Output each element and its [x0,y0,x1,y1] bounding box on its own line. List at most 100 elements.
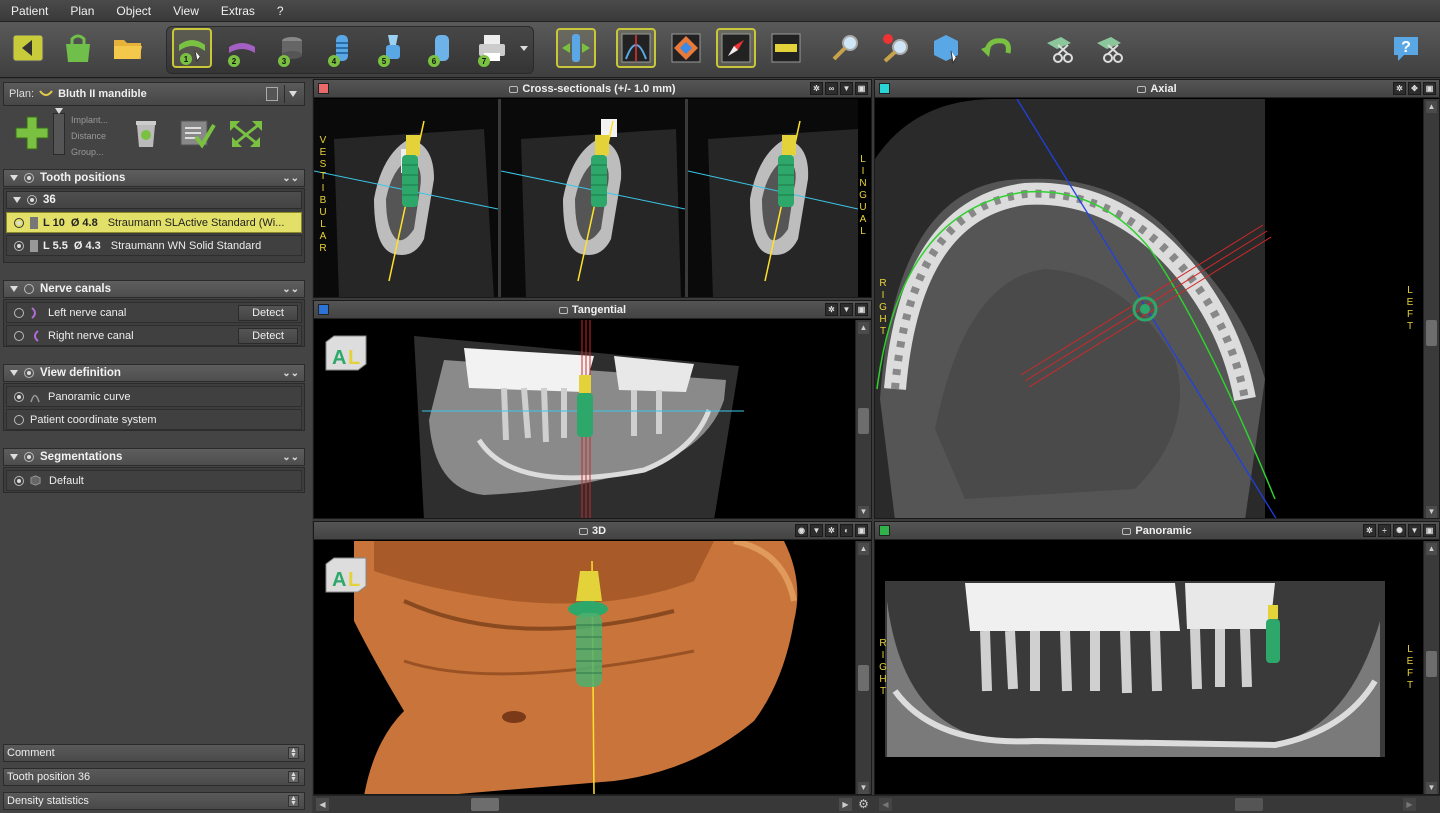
step-1-button[interactable]: 1 [172,28,212,68]
link-icon[interactable]: ∞ [825,82,838,95]
menu-plan[interactable]: Plan [59,4,105,18]
collapse-icon[interactable]: ⌄⌄ [282,284,299,295]
delete-button[interactable] [128,115,164,151]
orientation-cube[interactable]: AL [324,334,368,372]
scroll-right-icon[interactable]: ▶ [839,798,852,811]
tooth-group-36[interactable]: 36 [6,191,302,209]
orientation-cube[interactable]: AL [324,556,368,594]
expand-icon[interactable]: ▲ ▼ [288,795,299,807]
slab-icon[interactable]: ÷ [1378,524,1391,537]
camera-icon[interactable] [509,86,519,93]
settings-icon[interactable]: ✺ [1393,524,1406,537]
panoramic-scrollbar[interactable]: ▲ ▼ [1423,541,1439,794]
scroll-left-icon[interactable]: ◀ [316,798,329,811]
scroll-down-icon[interactable]: ▼ [1426,782,1437,794]
menu-view[interactable]: View [162,4,210,18]
add-object-button[interactable] [12,113,52,153]
scroll-down-icon[interactable]: ▼ [1426,506,1437,518]
step-3-button[interactable]: 3 [272,28,312,68]
view-definition-header[interactable]: View definition ⌄⌄ [3,364,305,382]
transform-button[interactable] [226,115,266,151]
zoom-button[interactable] [826,28,866,68]
tools-icon[interactable]: ✲ [1393,82,1406,95]
camera-icon[interactable] [558,307,568,314]
collapse-icon[interactable]: ⌄⌄ [282,452,299,463]
maximize-icon[interactable]: ▣ [855,303,868,316]
detect-left-button[interactable]: Detect [238,304,298,321]
eye-icon[interactable]: ◉ [795,524,808,537]
tools-icon[interactable]: ✲ [810,82,823,95]
axial-viewport[interactable]: Axial ✲ ✥ ▣ ▲ ▼ RIGHT LEFT [874,79,1440,519]
tools-icon[interactable]: ✲ [825,524,838,537]
chevron-down-icon[interactable]: ▼ [840,303,853,316]
nerve-canals-header[interactable]: Nerve canals ⌄⌄ [3,280,305,298]
collapse-icon[interactable]: ⌄⌄ [282,173,299,184]
scroll-thumb[interactable] [1426,320,1437,346]
menu-help[interactable]: ? [266,4,295,18]
right-nerve-canal-row[interactable]: Right nerve canal Detect [6,325,302,346]
horizontal-scrollbar[interactable]: ◀ ▶ ⚙ ◀ ▶ [313,795,1440,813]
pan-icon[interactable]: ✥ [1408,82,1421,95]
3d-scrollbar[interactable]: ▲ ▼ [855,541,871,794]
step-6-button[interactable]: 6 [422,28,462,68]
cut-mesh-alt-button[interactable] [1090,28,1130,68]
scroll-up-icon[interactable]: ▲ [1426,101,1437,113]
step-5-button[interactable]: 5 [372,28,412,68]
add-implant-item[interactable]: Implant... [71,112,108,128]
scroll-thumb[interactable] [1235,798,1263,811]
scroll-up-icon[interactable]: ▲ [858,543,869,555]
help-button[interactable]: ? [1386,28,1426,68]
scroll-thumb[interactable] [858,408,869,434]
maximize-icon[interactable]: ▣ [1423,82,1436,95]
chevron-down-icon[interactable]: ▼ [810,524,823,537]
comment-section[interactable]: Comment ▲ ▼ [3,744,305,762]
tangential-viewport[interactable]: Tangential ✲ ▼ ▣ AL ▲ ▼ [313,300,872,519]
menu-extras[interactable]: Extras [210,4,266,18]
camera-icon[interactable] [1137,86,1147,93]
patient-coordinate-row[interactable]: Patient coordinate system [6,409,302,430]
undo-button[interactable] [976,28,1016,68]
tools-icon[interactable]: ✲ [1363,524,1376,537]
step-7-button[interactable]: 7 [472,28,512,68]
density-statistics-section[interactable]: Density statistics ▲ ▼ [3,792,305,810]
reset-zoom-button[interactable] [876,28,916,68]
panoramic-viewport[interactable]: Panoramic ✲ ÷ ✺ ▼ ▣ ▲ ▼ RIGHT LEFT [874,521,1440,795]
scroll-left-icon[interactable]: ◀ [879,798,892,811]
scroll-up-icon[interactable]: ▲ [858,322,869,334]
plan-selector[interactable]: Plan: Bluth II mandible [3,82,305,106]
back-button[interactable] [8,28,48,68]
open-folder-button[interactable] [108,28,148,68]
camera-icon[interactable] [578,528,588,535]
tooth-position-section[interactable]: Tooth position 36 ▲ ▼ [3,768,305,786]
scroll-thumb[interactable] [471,798,499,811]
menu-patient[interactable]: Patient [0,4,59,18]
scroll-thumb[interactable] [858,665,869,691]
density-view-button[interactable] [666,28,706,68]
measure-button[interactable] [766,28,806,68]
segmentation-default-row[interactable]: Default [6,470,302,491]
step-2-button[interactable]: 2 [222,28,262,68]
scroll-up-icon[interactable]: ▲ [1426,543,1437,555]
patient-bag-button[interactable] [58,28,98,68]
implant-row-selected[interactable]: L 10 Ø 4.8 Straumann SLActive Standard (… [6,212,302,233]
check-plan-button[interactable] [178,115,216,151]
axial-scrollbar[interactable]: ▲ ▼ [1423,99,1439,518]
scroll-thumb[interactable] [1426,651,1437,677]
left-nerve-canal-row[interactable]: Left nerve canal Detect [6,302,302,323]
chevron-down-icon[interactable]: ▼ [840,82,853,95]
step-dropdown-button[interactable] [514,28,534,68]
segmentations-header[interactable]: Segmentations ⌄⌄ [3,448,305,466]
camera-icon[interactable] [1122,528,1132,535]
scroll-down-icon[interactable]: ▼ [858,506,869,518]
add-distance-item[interactable]: Distance [71,128,108,144]
panoramic-view-button[interactable] [616,28,656,68]
add-object-dropdown[interactable] [53,108,65,155]
implant-row[interactable]: L 5.5 Ø 4.3 Straumann WN Solid Standard [6,235,302,256]
tools-icon[interactable]: ✲ [825,303,838,316]
chevron-down-icon[interactable]: ▼ [1408,524,1421,537]
maximize-icon[interactable]: ▣ [855,82,868,95]
scroll-right-icon[interactable]: ▶ [1403,798,1416,811]
select-object-button[interactable] [926,28,966,68]
step-4-button[interactable]: 4 [322,28,362,68]
menu-object[interactable]: Object [105,4,162,18]
